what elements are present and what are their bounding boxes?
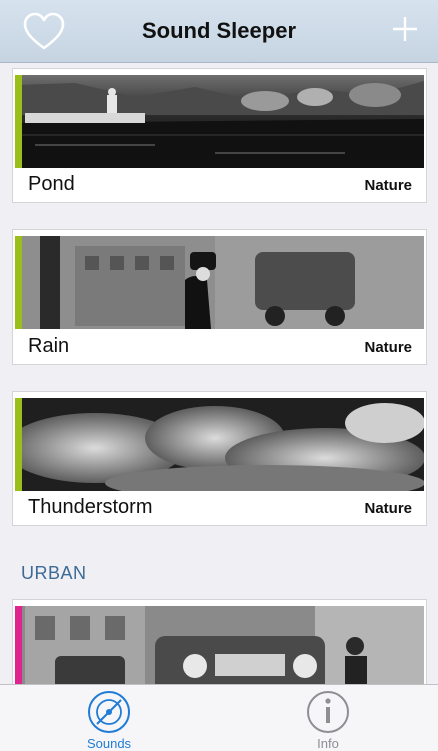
plus-icon[interactable] <box>392 16 418 42</box>
category-accent-bar-urban <box>15 606 22 684</box>
sound-name: Rain <box>28 335 70 357</box>
section-header-urban: URBAN <box>21 563 87 583</box>
info-icon <box>307 691 349 733</box>
tab-bar: Sounds Info <box>0 684 438 751</box>
sound-list[interactable]: Pond Nature Rain Nature Thunderstorm Nat… <box>0 63 438 684</box>
sound-card-pond[interactable]: Pond Nature <box>12 68 427 203</box>
tab-label-info: Info <box>317 736 339 751</box>
sound-name: Thunderstorm <box>28 496 153 518</box>
sound-card-rain[interactable]: Rain Nature <box>12 229 427 365</box>
page-title: Sound Sleeper <box>141 18 297 43</box>
tab-label-sounds: Sounds <box>86 736 132 751</box>
urban-photo <box>15 606 424 684</box>
sound-category: Nature <box>364 500 412 517</box>
category-accent-bar <box>15 75 22 168</box>
sound-card-thunderstorm[interactable]: Thunderstorm Nature <box>12 391 427 526</box>
navigation-bar: Sound Sleeper <box>0 0 438 63</box>
category-accent-bar <box>15 398 22 491</box>
pond-photo <box>15 75 424 168</box>
sound-category: Nature <box>364 339 412 356</box>
rain-photo <box>15 236 424 329</box>
tab-info[interactable]: Info <box>273 685 383 751</box>
sound-name: Pond <box>28 173 75 195</box>
category-accent-bar <box>15 236 22 329</box>
sound-category: Nature <box>364 177 412 194</box>
sound-card-urban-first[interactable] <box>12 599 427 684</box>
disc-icon <box>88 691 130 733</box>
tab-sounds[interactable]: Sounds <box>54 685 164 751</box>
thunderstorm-photo <box>15 398 424 491</box>
